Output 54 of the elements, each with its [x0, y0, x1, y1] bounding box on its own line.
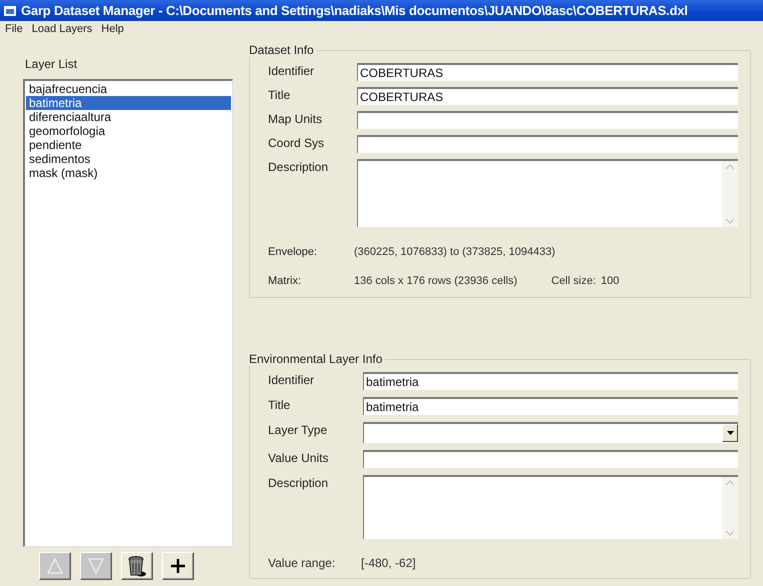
caret-icon: [726, 431, 734, 435]
list-item[interactable]: pendiente: [26, 138, 231, 152]
list-item[interactable]: bajafrecuencia: [26, 82, 231, 96]
group-title: Dataset Info: [248, 43, 315, 57]
description-field[interactable]: [357, 159, 738, 227]
text-field[interactable]: [363, 450, 738, 468]
move-down-button[interactable]: [80, 552, 112, 580]
field-label: Title: [268, 397, 292, 412]
field-label: Identifier: [268, 63, 316, 78]
triangle-down-icon: [87, 557, 105, 575]
plus-icon: [170, 558, 186, 574]
list-item[interactable]: sedimentos: [26, 152, 231, 166]
list-item[interactable]: batimetria: [26, 96, 231, 110]
field-label: Description: [268, 475, 330, 490]
text-field[interactable]: [357, 135, 738, 153]
menu-item[interactable]: Help: [101, 23, 124, 35]
text-field[interactable]: COBERTURAS: [357, 63, 738, 81]
info-label: Matrix:: [268, 274, 302, 287]
triangle-up-icon: [46, 557, 64, 575]
text-field[interactable]: COBERTURAS: [357, 87, 738, 105]
value-range: [-480, -62]: [361, 556, 416, 570]
app-icon: [4, 6, 16, 16]
envelope-value: (360225, 1076833) to (373825, 1094433): [354, 246, 556, 258]
menu-item[interactable]: File: [5, 23, 23, 35]
window-title: Garp Dataset Manager - C:\Documents and Settings\nadiaks\Mis documentos\JUANDO\8asc\COBERTURAS.dxl: [21, 3, 688, 18]
list-item[interactable]: geomorfologia: [26, 124, 231, 138]
description-field[interactable]: [363, 475, 738, 539]
field-label: Coord Sys: [268, 135, 326, 150]
layer-list[interactable]: bajafrecuencia batimetria diferenciaaltura geomorfologia pendiente sedimentos mask (mask): [23, 79, 233, 547]
info-label: Cell size:: [551, 274, 596, 286]
text-field[interactable]: [357, 111, 738, 129]
menu-item[interactable]: Load Layers: [32, 23, 92, 35]
dropdown-field[interactable]: [363, 422, 738, 443]
list-item[interactable]: mask (mask): [26, 166, 231, 180]
field-label: Layer Type: [268, 422, 328, 437]
text-field[interactable]: batimetria: [363, 397, 738, 415]
move-up-button[interactable]: [39, 552, 71, 580]
cell-size-value: 100: [600, 274, 620, 286]
field-label: Identifier: [268, 372, 316, 387]
delete-button[interactable]: [121, 552, 153, 580]
text-field[interactable]: batimetria: [363, 372, 738, 390]
field-label: Map Units: [268, 111, 324, 126]
matrix-value: 136 cols x 176 rows (23936 cells): [354, 274, 518, 286]
field-label: Title: [268, 87, 292, 102]
field-label: Description: [268, 159, 330, 174]
trash-icon: [127, 555, 147, 577]
info-label: Value range:: [268, 556, 336, 570]
add-button[interactable]: [162, 552, 194, 580]
list-caption: Layer List: [25, 57, 78, 71]
info-label: Envelope:: [268, 245, 318, 258]
field-label: Value Units: [268, 450, 330, 465]
group-title: Environmental Layer Info: [248, 352, 384, 366]
list-item[interactable]: diferenciaaltura: [26, 110, 231, 124]
dropdown-button[interactable]: [722, 424, 738, 442]
